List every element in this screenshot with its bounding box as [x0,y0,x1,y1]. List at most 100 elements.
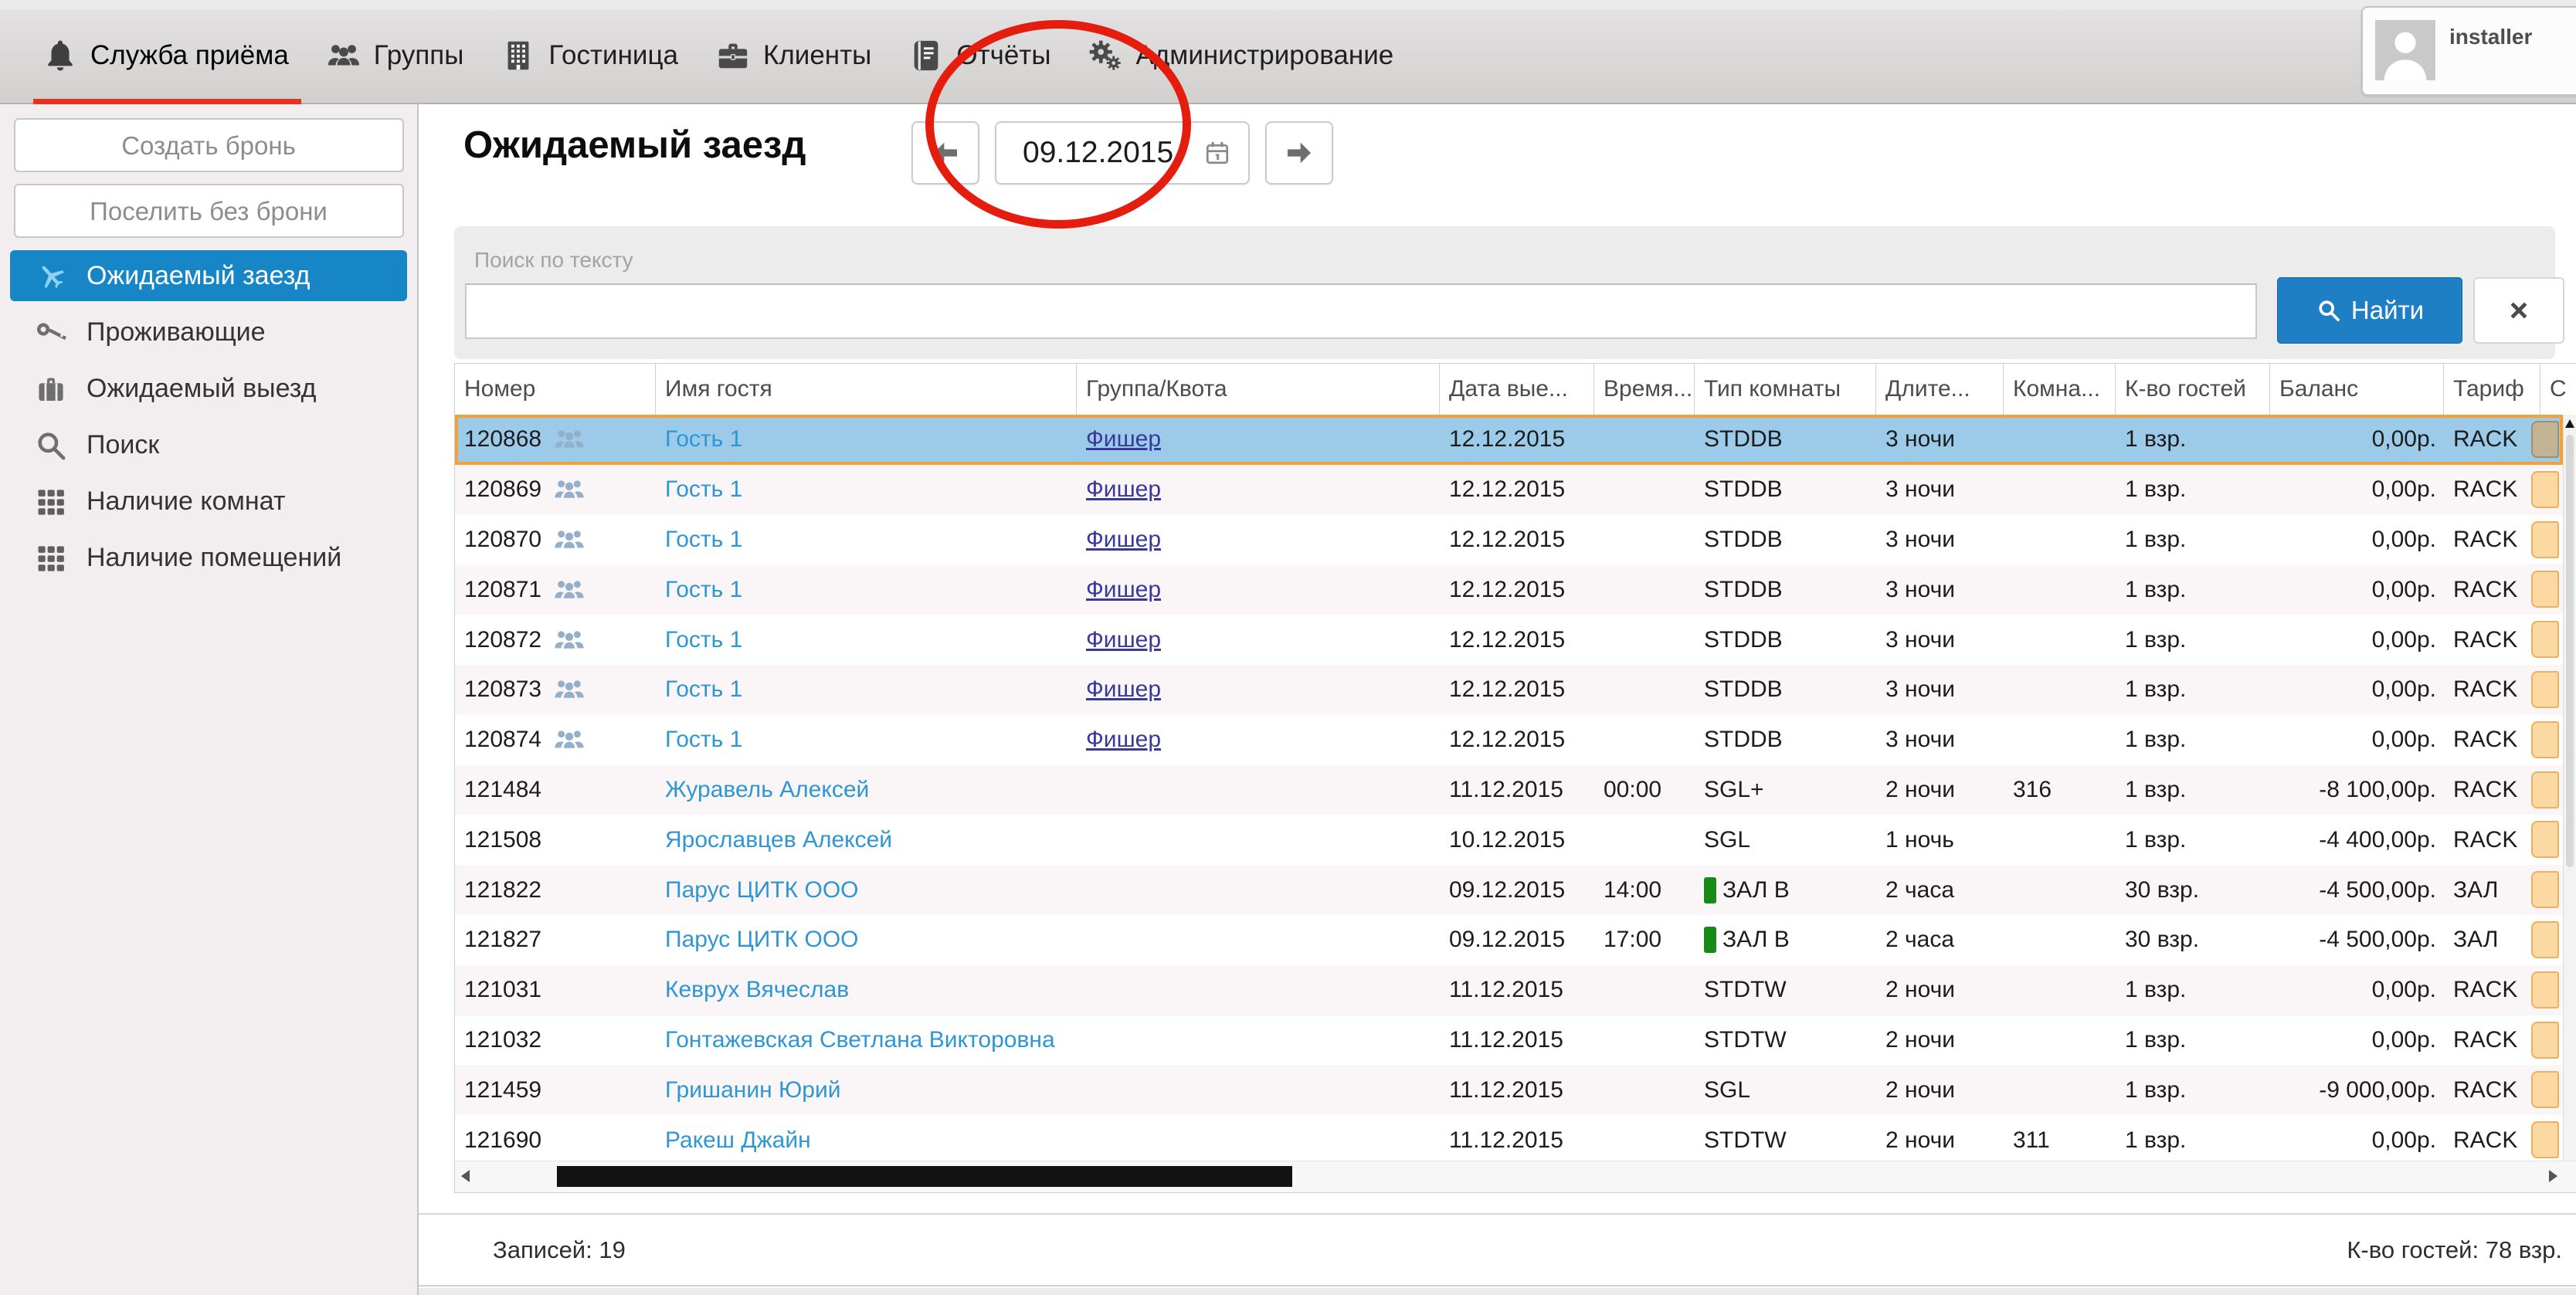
table-row[interactable]: 121508Ярославцев Алексей10.12.2015SGL1 н… [455,815,2563,865]
vertical-scroll-thumb[interactable] [2566,435,2574,867]
checkin-no-booking-button[interactable]: Поселить без брони [14,184,404,238]
cell-rate: RACK [2444,1077,2540,1103]
room-type-text: STDTW [1704,1127,1787,1154]
sidebar-item-1[interactable]: Ожидаемый заезд [10,250,407,301]
nav-item-4[interactable]: Клиенты [715,8,871,103]
horizontal-scroll-thumb[interactable] [557,1166,1292,1187]
nav-item-6[interactable]: Администрирование [1088,8,1393,103]
column-header-room[interactable]: Комна... [2004,364,2116,415]
booking-number: 120869 [464,476,541,503]
table-row[interactable]: 120874Гость 1Фишер12.12.2015STDDB3 ночи1… [455,715,2563,765]
table-row[interactable]: 121484Журавель Алексей11.12.201500:00SGL… [455,765,2563,815]
cell-guest-name: Гость 1 [656,727,1077,753]
guest-link[interactable]: Кеврух Вячеслав [665,977,849,1003]
scroll-up-arrow-icon[interactable] [2565,419,2574,428]
clear-search-button[interactable] [2473,277,2564,344]
next-day-button[interactable] [1265,121,1333,185]
column-header-num[interactable]: Номер [455,364,656,415]
guest-link[interactable]: Гость 1 [665,426,742,453]
guest-link[interactable]: Парус ЦИТК ООО [665,927,859,953]
horizontal-scrollbar[interactable] [455,1161,2576,1192]
column-header-balance[interactable]: Баланс [2270,364,2444,415]
table-row[interactable]: 120872Гость 1Фишер12.12.2015STDDB3 ночи1… [455,615,2563,665]
sidebar-item-4[interactable]: Поиск [0,417,417,473]
guest-link[interactable]: Гость 1 [665,627,742,653]
cell-guest-count: 1 взр. [2116,727,2270,753]
cell-balance: -8 100,00р. [2270,777,2444,803]
sidebar-item-2[interactable]: Проживающие [0,304,417,361]
cell-duration: 3 ночи [1876,676,2004,703]
column-header-type[interactable]: Тип комнаты [1695,364,1876,415]
quota-link[interactable]: Фишер [1086,727,1161,753]
guest-link[interactable]: Гость 1 [665,676,742,703]
column-header-time[interactable]: Время... [1594,364,1695,415]
sidebar-item-6[interactable]: Наличие помещений [0,530,417,586]
cell-group-quota: Фишер [1077,627,1440,653]
table-row[interactable]: 121827Парус ЦИТК ООО09.12.201517:00ЗАЛ В… [455,915,2563,965]
sidebar-item-3[interactable]: Ожидаемый выезд [0,361,417,417]
quota-link[interactable]: Фишер [1086,426,1161,453]
table-row[interactable]: 120869Гость 1Фишер12.12.2015STDDB3 ночи1… [455,465,2563,515]
guest-link[interactable]: Гость 1 [665,727,742,753]
guest-link[interactable]: Гость 1 [665,527,742,553]
prev-day-button[interactable] [911,121,979,185]
nav-item-3[interactable]: Гостиница [501,8,678,103]
find-button[interactable]: Найти [2277,277,2462,344]
guest-link[interactable]: Парус ЦИТК ООО [665,877,859,903]
nav-item-2[interactable]: Группы [326,8,464,103]
guest-link[interactable]: Журавель Алексей [665,777,869,803]
search-input[interactable] [465,283,2257,339]
column-header-guest[interactable]: Имя гостя [656,364,1077,415]
table-row[interactable]: 121459Гришанин Юрий11.12.2015SGL2 ночи1 … [455,1065,2563,1115]
table-row[interactable]: 121031Кеврух Вячеслав11.12.2015STDTW2 но… [455,965,2563,1015]
table-row[interactable]: 120868Гость 1Фишер12.12.2015STDDB3 ночи1… [455,415,2563,465]
column-header-dur[interactable]: Длите... [1876,364,2004,415]
guest-link[interactable]: Гость 1 [665,577,742,603]
date-field[interactable]: 09.12.2015 [995,121,1250,185]
cell-balance: 0,00р. [2270,577,2444,603]
nav-item-label: Служба приёма [90,40,289,71]
cell-number: 120874 [455,725,656,754]
quota-link[interactable]: Фишер [1086,676,1161,703]
nav-item-5[interactable]: Отчёты [908,8,1050,103]
search-icon [34,429,68,463]
cell-departure-date: 12.12.2015 [1440,426,1594,453]
column-header-quota[interactable]: Группа/Квота [1077,364,1440,415]
table-row[interactable]: 121822Парус ЦИТК ООО09.12.201514:00ЗАЛ В… [455,865,2563,915]
cell-guest-count: 1 взр. [2116,827,2270,853]
quota-link[interactable]: Фишер [1086,476,1161,503]
column-header-status[interactable]: С [2540,364,2576,415]
sidebar-item-5[interactable]: Наличие комнат [0,473,417,530]
table-row[interactable]: 120873Гость 1Фишер12.12.2015STDDB3 ночи1… [455,665,2563,715]
guest-link[interactable]: Гришанин Юрий [665,1077,841,1103]
quota-link[interactable]: Фишер [1086,627,1161,653]
nav-item-1[interactable]: Служба приёма [42,8,289,103]
user-card[interactable]: installer [2361,6,2576,96]
scroll-right-arrow-icon[interactable] [2549,1170,2557,1182]
create-booking-button[interactable]: Создать бронь [14,118,404,172]
cell-rate: RACK [2444,827,2540,853]
room-type-text: SGL+ [1704,777,1764,803]
cell-guest-name: Парус ЦИТК ООО [656,927,1077,953]
table-row[interactable]: 121032Гонтажевская Светлана Викторовна11… [455,1015,2563,1066]
column-header-date[interactable]: Дата вые... [1440,364,1594,415]
guest-link[interactable]: Гость 1 [665,476,742,503]
vertical-scrollbar[interactable] [2563,415,2576,1163]
cell-guest-count: 1 взр. [2116,627,2270,653]
column-header-guests[interactable]: К-во гостей [2116,364,2270,415]
table-row[interactable]: 120870Гость 1Фишер12.12.2015STDDB3 ночи1… [455,515,2563,565]
quota-link[interactable]: Фишер [1086,577,1161,603]
cell-room-type: SGL+ [1695,777,1876,803]
grid-icon [34,541,68,575]
guest-link[interactable]: Гонтажевская Светлана Викторовна [665,1027,1055,1053]
quota-link[interactable]: Фишер [1086,527,1161,553]
guest-link[interactable]: Ярославцев Алексей [665,827,892,853]
cell-guest-count: 1 взр. [2116,676,2270,703]
arrivals-table: НомерИмя гостяГруппа/КвотаДата вые...Вре… [454,363,2576,1193]
scroll-left-arrow-icon[interactable] [461,1170,470,1182]
column-header-rate[interactable]: Тариф [2444,364,2540,415]
table-row[interactable]: 121690Ракеш Джайн11.12.2015STDTW2 ночи31… [455,1115,2563,1163]
booking-number: 121690 [464,1127,541,1154]
guest-link[interactable]: Ракеш Джайн [665,1127,811,1154]
table-row[interactable]: 120871Гость 1Фишер12.12.2015STDDB3 ночи1… [455,564,2563,615]
